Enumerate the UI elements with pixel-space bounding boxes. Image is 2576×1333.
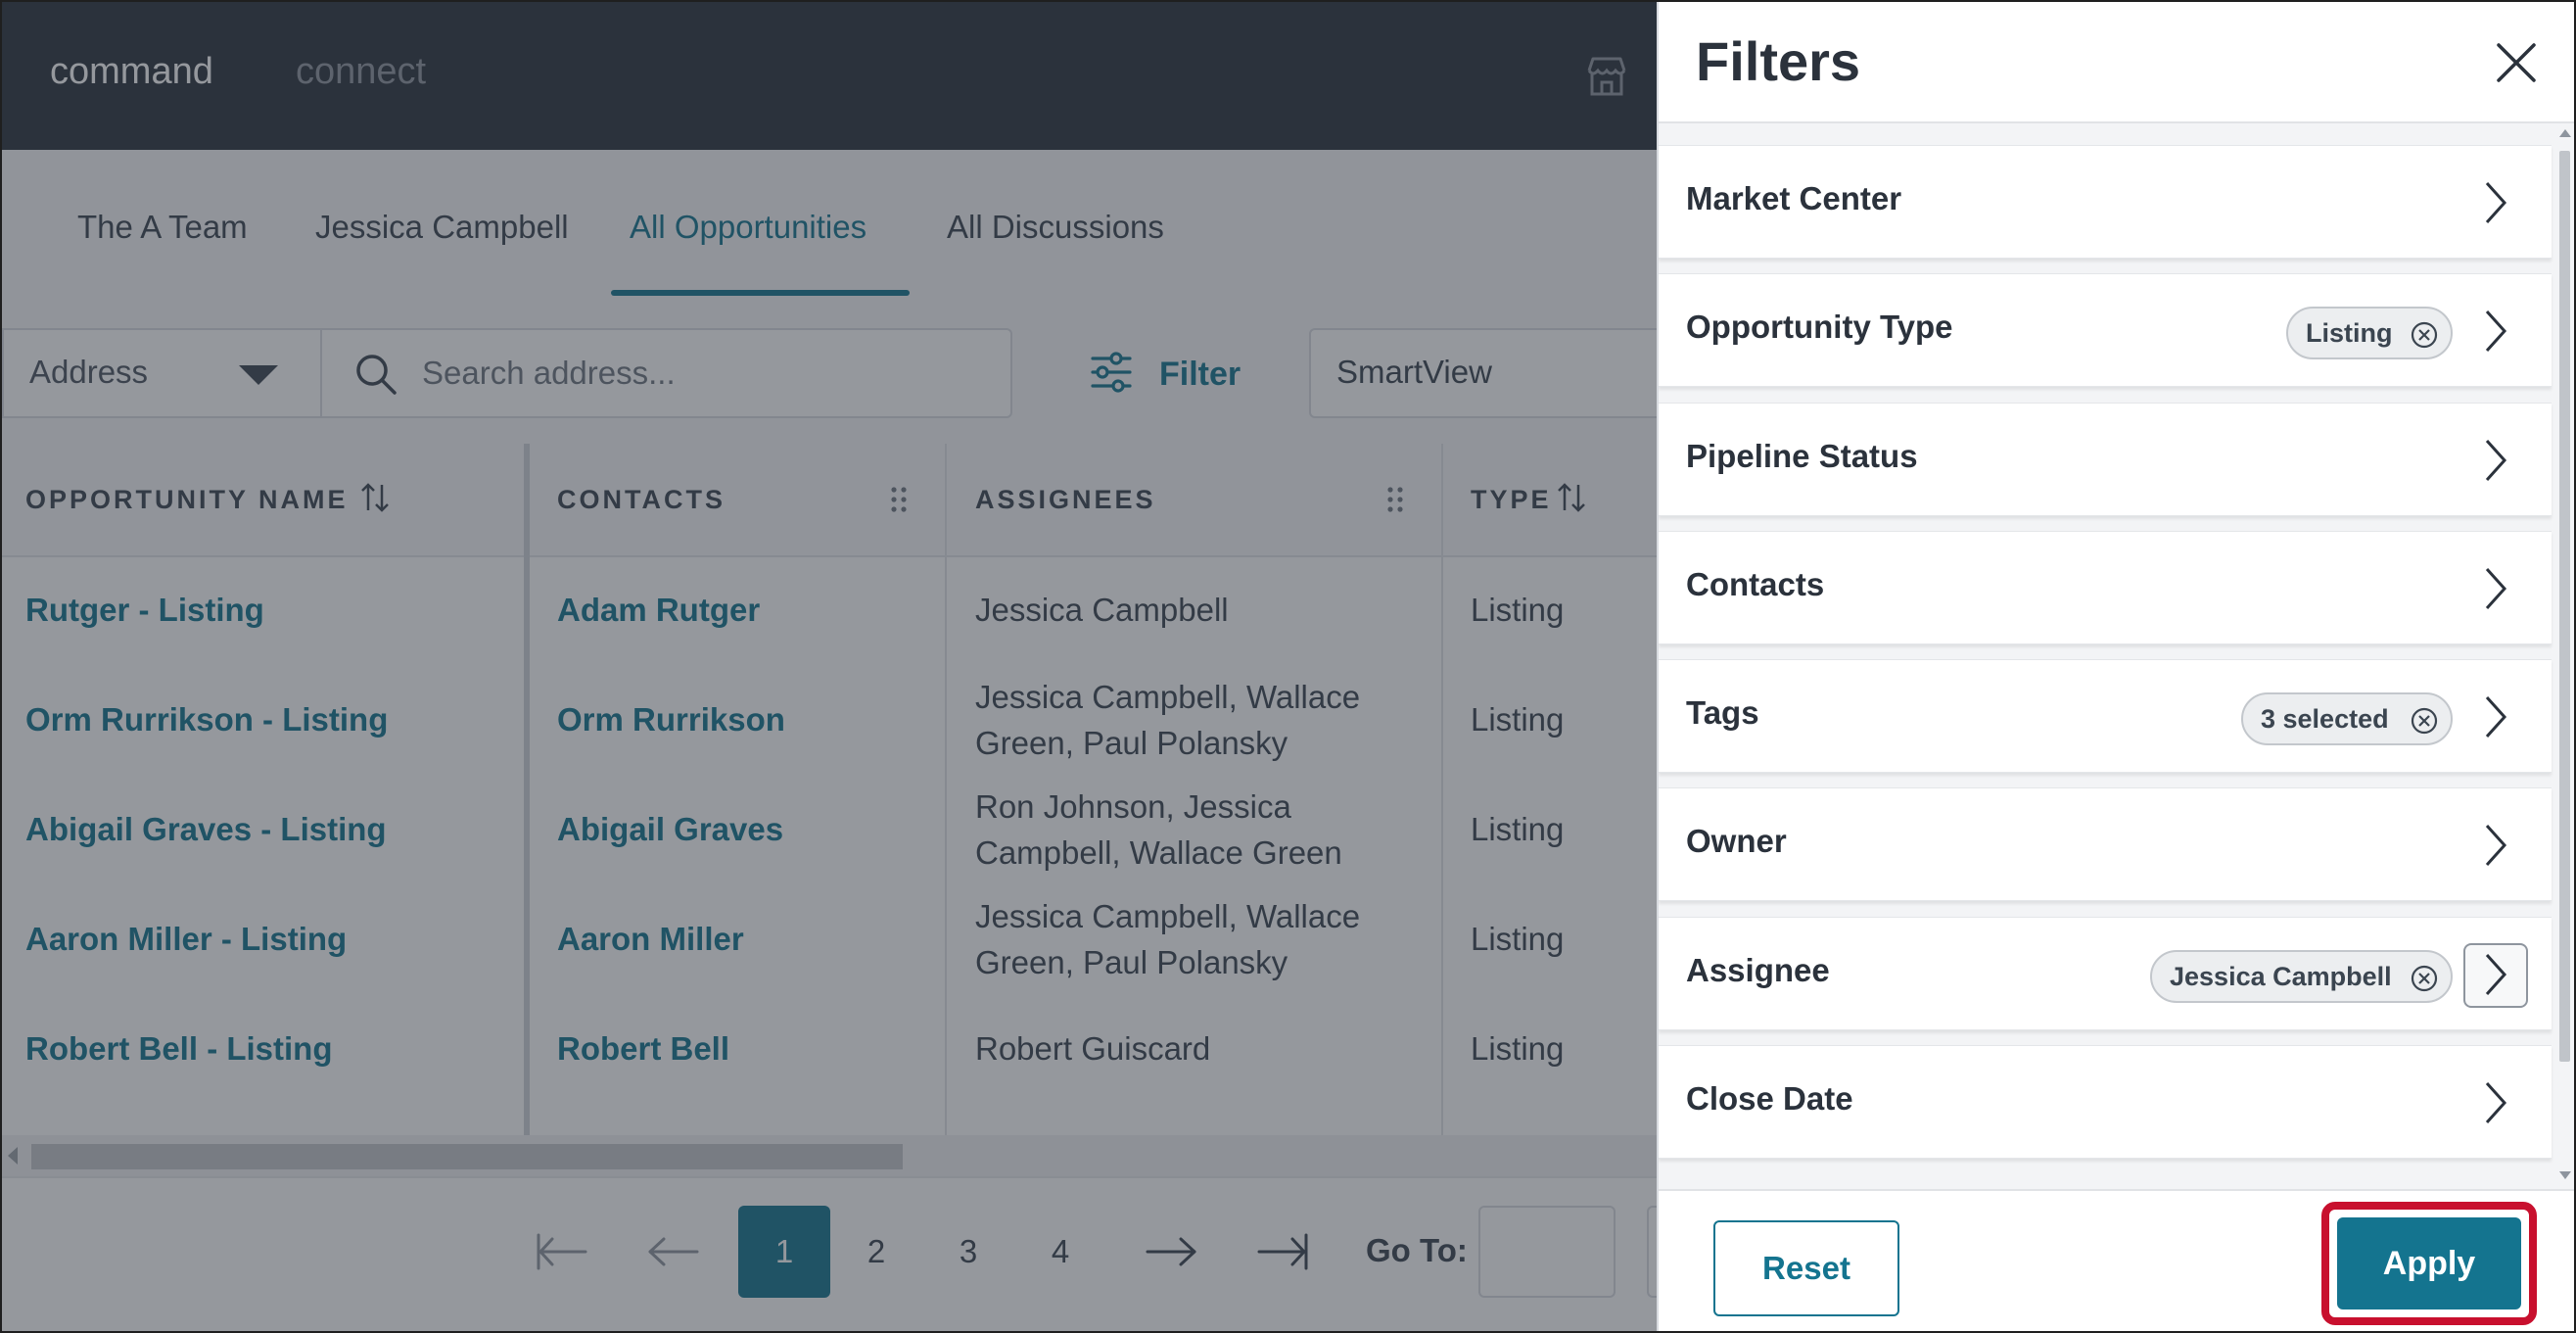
remove-chip-icon[interactable] — [2410, 706, 2439, 736]
scroll-up-icon[interactable] — [2559, 129, 2571, 137]
apply-button[interactable]: Apply — [2337, 1217, 2521, 1309]
filter-label: Tags — [1686, 694, 1759, 731]
chevron-right-icon[interactable] — [2481, 308, 2510, 355]
filter-opportunity-type[interactable]: Opportunity Type Listing — [1659, 273, 2552, 387]
filter-contacts[interactable]: Contacts — [1659, 531, 2552, 644]
selected-chip: Listing — [2286, 307, 2453, 359]
filters-drawer: Filters Market Center Opportunity Type L… — [1657, 2, 2574, 1331]
chip-label: Listing — [2306, 318, 2393, 348]
chevron-right-icon[interactable] — [2481, 693, 2510, 740]
selected-chip: Jessica Campbell — [2150, 950, 2453, 1003]
filter-label: Owner — [1686, 823, 1787, 859]
filters-list: Market Center Opportunity Type Listing P… — [1659, 123, 2553, 1189]
remove-chip-icon[interactable] — [2410, 320, 2439, 350]
drawer-footer: Reset Apply — [1659, 1189, 2574, 1331]
filter-owner[interactable]: Owner — [1659, 787, 2552, 901]
main-app: command connect The A Team Jessica Campb… — [2, 2, 1657, 1331]
selected-chip: 3 selected — [2241, 692, 2453, 745]
filter-label: Close Date — [1686, 1080, 1853, 1117]
reset-button[interactable]: Reset — [1713, 1220, 1899, 1316]
filter-tags[interactable]: Tags 3 selected — [1659, 659, 2552, 773]
chevron-right-icon[interactable] — [2481, 179, 2510, 226]
chevron-right-icon[interactable] — [2481, 1079, 2510, 1126]
close-icon[interactable] — [2493, 39, 2540, 86]
remove-chip-icon[interactable] — [2410, 964, 2439, 993]
chevron-right-icon[interactable] — [2481, 951, 2510, 998]
modal-backdrop[interactable] — [2, 2, 1657, 1331]
filter-assignee[interactable]: Assignee Jessica Campbell — [1659, 917, 2552, 1030]
filter-market-center[interactable]: Market Center — [1659, 145, 2552, 259]
filter-label: Pipeline Status — [1686, 438, 1918, 474]
filter-label: Assignee — [1686, 952, 1830, 988]
drawer-header: Filters — [1659, 2, 2574, 123]
filter-label: Market Center — [1686, 180, 1902, 216]
chevron-right-icon[interactable] — [2481, 565, 2510, 612]
chevron-right-icon[interactable] — [2481, 822, 2510, 869]
apply-highlight: Apply — [2321, 1202, 2537, 1325]
scroll-down-icon[interactable] — [2559, 1171, 2571, 1179]
vertical-scrollbar[interactable] — [2553, 123, 2574, 1189]
filter-close-date[interactable]: Close Date — [1659, 1045, 2552, 1159]
app-frame: command connect The A Team Jessica Campb… — [0, 0, 2576, 1333]
filter-label: Opportunity Type — [1686, 309, 1953, 345]
chip-label: Jessica Campbell — [2170, 962, 2392, 991]
filter-label: Contacts — [1686, 566, 1825, 602]
scrollbar-thumb[interactable] — [2559, 151, 2570, 1062]
filter-pipeline-status[interactable]: Pipeline Status — [1659, 403, 2552, 516]
chevron-right-icon[interactable] — [2481, 437, 2510, 484]
chip-label: 3 selected — [2261, 704, 2389, 734]
drawer-title: Filters — [1696, 30, 1861, 92]
